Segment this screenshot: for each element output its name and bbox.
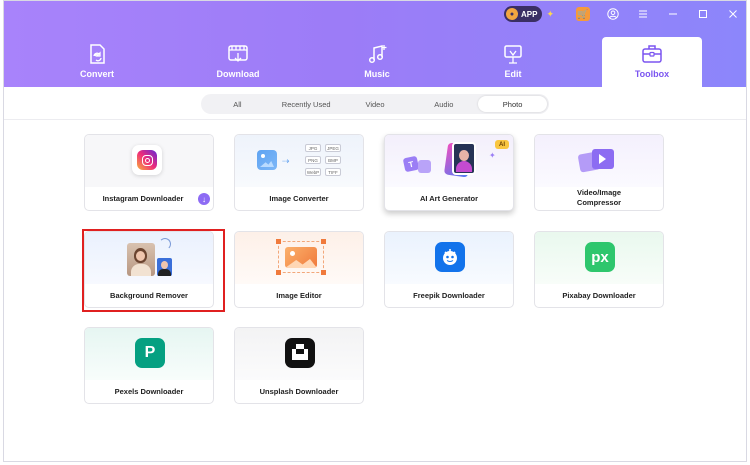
card-title: Instagram Downloader: [102, 194, 184, 203]
format-tag: JPG: [305, 144, 321, 152]
title-bar: ● APP ✦ 🛒: [504, 1, 746, 27]
close-button[interactable]: [718, 1, 746, 27]
compress-icon: [577, 147, 617, 173]
image-icon: [257, 150, 277, 170]
card-title: Unsplash Downloader: [259, 387, 339, 396]
card-unsplash-downloader[interactable]: Unsplash Downloader: [234, 327, 364, 404]
cart-icon: 🛒: [576, 7, 590, 21]
filter-all[interactable]: All: [203, 96, 272, 112]
unsplash-logo-icon: [285, 338, 315, 368]
divider: [4, 119, 746, 120]
instagram-icon: [132, 145, 162, 175]
maximize-button[interactable]: [688, 1, 718, 27]
tab-toolbox[interactable]: Toolbox: [602, 37, 702, 87]
maximize-icon: [699, 10, 707, 18]
format-tag: TIFF: [325, 168, 341, 176]
card-title: Freepik Downloader: [413, 291, 485, 300]
music-icon: [368, 45, 387, 64]
photo-edit-icon: [285, 247, 317, 268]
format-tag: WebP: [305, 168, 321, 176]
pixabay-logo-icon: px: [585, 242, 615, 272]
card-image-converter[interactable]: ⇢ JPG JPEG PNG BMP WebP TIFF Image Conve…: [234, 134, 364, 211]
toolbox-icon: [642, 45, 662, 63]
portrait-art-icon: [452, 142, 476, 175]
download-icon[interactable]: ↓: [198, 193, 210, 205]
filter-audio[interactable]: Audio: [409, 96, 478, 112]
arrow-right-icon: ⇢: [282, 156, 290, 166]
tab-label: Toolbox: [634, 69, 670, 79]
card-instagram-downloader[interactable]: Instagram Downloader ↓: [84, 134, 214, 211]
filter-photo[interactable]: Photo: [478, 96, 547, 112]
sparkle-icon: ✦: [546, 8, 554, 19]
format-tag: PNG: [305, 156, 321, 164]
ai-badge: AI: [495, 140, 509, 149]
card-title: Pixabay Downloader: [562, 291, 636, 300]
card-image-editor[interactable]: Image Editor: [234, 231, 364, 308]
filter-recently-used[interactable]: Recently Used: [272, 96, 341, 112]
user-icon: [607, 8, 619, 20]
menu-icon: [639, 10, 647, 18]
minimize-button[interactable]: [658, 1, 688, 27]
header: ● APP ✦ 🛒 Convert Download Music Edit To…: [4, 1, 746, 87]
tab-edit[interactable]: Edit: [463, 37, 563, 87]
user-button[interactable]: [598, 1, 628, 27]
card-freepik-downloader[interactable]: Freepik Downloader: [384, 231, 514, 308]
tab-label: Edit: [504, 69, 522, 79]
card-title: AI Art Generator: [419, 194, 479, 203]
app-badge-label: APP: [521, 9, 538, 19]
app-logo-icon: ●: [506, 8, 518, 20]
filter-video[interactable]: Video: [341, 96, 410, 112]
tab-music[interactable]: Music: [327, 37, 427, 87]
format-tag: JPEG: [325, 144, 341, 152]
card-video-image-compressor[interactable]: Video/Image Compressor: [534, 134, 664, 211]
main-tabs: Convert Download Music Edit Toolbox: [4, 37, 746, 87]
card-title: Image Editor: [276, 291, 322, 300]
pexels-logo-icon: P: [135, 338, 165, 368]
card-ai-art-generator[interactable]: T AI ✦ AI Art Generator: [384, 134, 514, 211]
minimize-icon: [669, 13, 677, 15]
format-tag: BMP: [325, 156, 341, 164]
tab-label: Music: [364, 69, 390, 79]
card-title: Pexels Downloader: [114, 387, 184, 396]
tab-download[interactable]: Download: [188, 37, 288, 87]
tab-convert[interactable]: Convert: [47, 37, 147, 87]
text-tile-icon: T: [402, 155, 420, 173]
menu-button[interactable]: [628, 1, 658, 27]
sparkle-icon: ✦: [489, 151, 496, 160]
freepik-logo-icon: [435, 242, 465, 272]
selection-highlight: [82, 229, 225, 312]
app-badge[interactable]: ● APP: [504, 6, 543, 22]
filter-bar: All Recently Used Video Audio Photo: [201, 94, 549, 114]
close-icon: [729, 10, 737, 18]
app-window: ● APP ✦ 🛒 Convert Download Music Edit To…: [3, 0, 747, 462]
card-pixabay-downloader[interactable]: px Pixabay Downloader: [534, 231, 664, 308]
convert-icon: [90, 44, 105, 64]
cart-button[interactable]: 🛒: [568, 1, 598, 27]
download-icon: [228, 45, 248, 62]
card-title: Image Converter: [269, 194, 329, 203]
tab-label: Download: [216, 69, 260, 79]
tab-label: Convert: [79, 69, 114, 79]
card-pexels-downloader[interactable]: P Pexels Downloader: [84, 327, 214, 404]
image-tile-icon: [418, 160, 431, 173]
card-title: Video/Image Compressor: [576, 188, 622, 207]
edit-icon: [504, 45, 522, 64]
